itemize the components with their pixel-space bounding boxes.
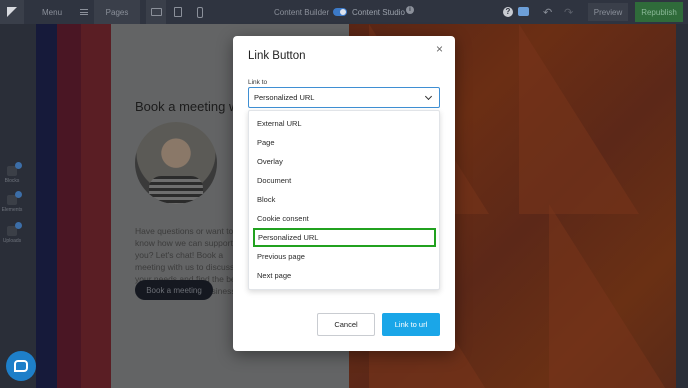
republish-label: Republish [641,7,677,17]
logo-icon [6,6,18,18]
comments-icon[interactable] [518,7,529,16]
option-document[interactable]: Document [249,171,439,190]
pages-label: Pages [105,7,129,17]
content-builder-label: Content Builder [274,7,330,17]
mobile-icon [197,6,203,18]
option-block[interactable]: Block [249,190,439,209]
tablet-view-button[interactable] [168,0,188,24]
preview-label: Preview [593,7,623,17]
support-chat-button[interactable] [6,351,36,381]
badge [15,222,22,229]
cancel-button[interactable]: Cancel [317,313,375,336]
sidebar-item-label: Uploads [2,238,22,244]
selected-value: Personalized URL [254,93,315,102]
content-studio-label: Content Studio [352,7,405,17]
option-page[interactable]: Page [249,133,439,152]
decorative-stripe [36,24,111,388]
mobile-view-button[interactable] [190,0,210,24]
sidebar-item-blocks[interactable]: Blocks [0,162,24,184]
avatar-clothing [149,176,203,204]
info-icon[interactable]: i [406,6,414,14]
option-next-page[interactable]: Next page [249,266,439,285]
link-type-dropdown: External URL Page Overlay Document Block… [248,110,440,290]
option-cookie-consent[interactable]: Cookie consent [249,209,439,228]
chat-bubble-icon [14,360,28,372]
pages-button[interactable]: Pages [94,0,140,24]
help-icon[interactable]: ? [503,7,513,17]
chevron-down-icon [424,92,433,101]
text-element-icon [7,191,22,205]
app-logo[interactable] [0,0,24,24]
avatar [135,122,217,204]
option-overlay[interactable]: Overlay [249,152,439,171]
republish-button[interactable]: Republish [635,2,683,22]
undo-icon[interactable]: ↶ [543,6,552,19]
menu-label: Menu [42,7,63,17]
option-previous-page[interactable]: Previous page [249,247,439,266]
book-meeting-button: Book a meeting [135,280,213,300]
link-type-select[interactable]: Personalized URL [248,87,440,108]
badge [15,162,22,169]
section-heading: Book a meeting wi [135,99,242,114]
sidebar-item-label: Elements [1,207,23,213]
preview-button[interactable]: Preview [588,3,628,21]
option-external-url[interactable]: External URL [249,114,439,133]
art-shape [519,24,639,214]
builder-mode-toggle[interactable] [333,8,347,16]
menu-button[interactable]: Menu [42,0,89,24]
uploads-icon [7,222,22,236]
blocks-icon [7,162,22,176]
desktop-icon [150,8,162,16]
art-shape [549,204,669,388]
link-to-url-button[interactable]: Link to url [382,313,440,336]
sidebar-item-elements[interactable]: Elements [0,191,24,213]
dialog-title: Link Button [248,50,306,62]
badge [15,191,22,198]
option-personalized-url[interactable]: Personalized URL [253,228,436,247]
redo-icon[interactable]: ↷ [564,6,573,19]
sidebar-item-uploads[interactable]: Uploads [0,222,24,244]
sidebar-item-label: Blocks [4,178,20,184]
desktop-view-button[interactable] [146,0,166,24]
link-button-dialog: Link Button × Link to Personalized URL E… [233,36,455,351]
hamburger-icon [80,9,89,15]
top-toolbar: Menu Pages Content Builder Content Studi… [0,0,688,24]
link-to-label: Link to [248,79,268,86]
tablet-icon [174,7,182,17]
close-icon[interactable]: × [436,43,443,55]
left-sidebar: Blocks Elements Uploads [0,24,24,388]
